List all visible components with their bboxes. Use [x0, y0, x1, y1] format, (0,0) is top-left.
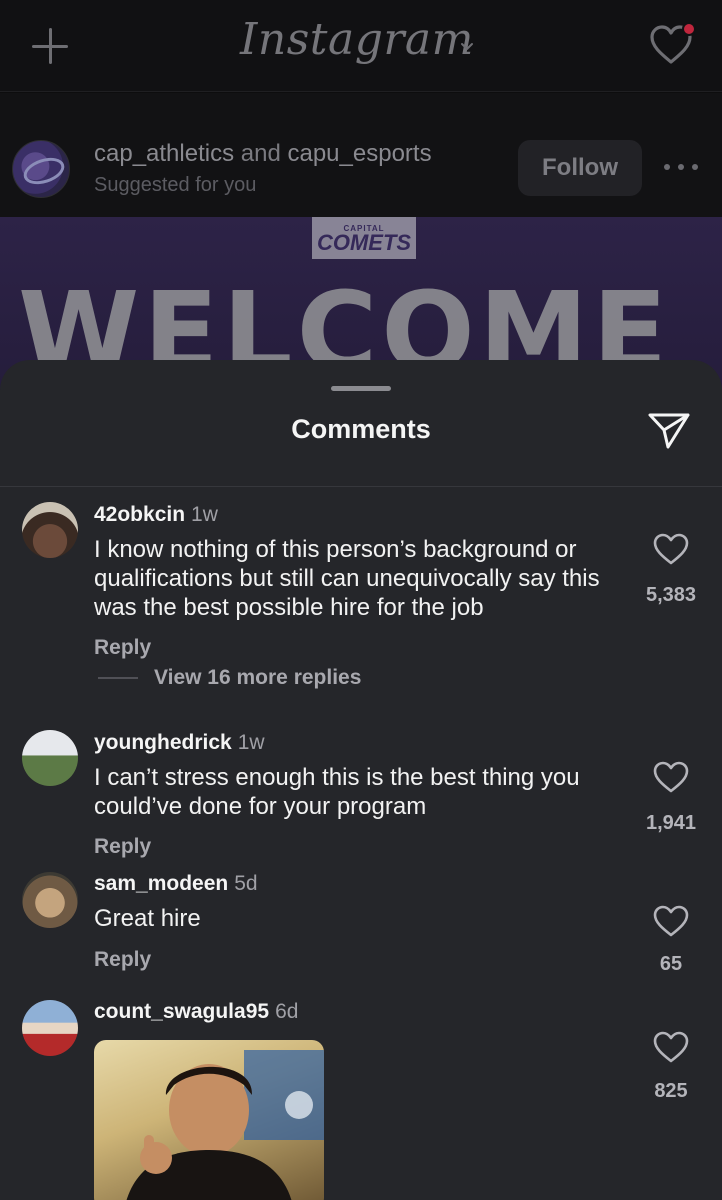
like-count: 65: [659, 953, 683, 975]
like-count: 825: [654, 1080, 688, 1102]
send-icon[interactable]: [646, 410, 692, 450]
more-icon[interactable]: [664, 164, 700, 172]
comment-text: Great hire: [94, 905, 201, 932]
post-subtitle: Suggested for you: [94, 174, 257, 196]
reply-button[interactable]: Reply: [94, 948, 151, 972]
post-user-primary[interactable]: cap_athletics: [94, 140, 234, 167]
avatar[interactable]: [22, 502, 78, 558]
like-count: 5,383: [645, 584, 697, 606]
comment-text: I can’t stress enough this is the best t…: [94, 764, 580, 820]
comment-text: I know nothing of this person’s backgrou…: [94, 536, 600, 621]
comets-logo: CAPITAL COMETS: [312, 217, 416, 259]
replies-line: [98, 677, 138, 680]
plus-icon[interactable]: [30, 26, 70, 66]
like-heart-icon[interactable]: [652, 760, 690, 794]
username-text[interactable]: count_swagula95: [94, 1000, 269, 1023]
instagram-logo[interactable]: Instagram: [240, 14, 474, 65]
like-heart-icon[interactable]: [652, 904, 690, 938]
username-text[interactable]: sam_modeen: [94, 872, 228, 895]
post-avatar[interactable]: [12, 140, 70, 198]
divider: [0, 486, 722, 487]
view-more-label[interactable]: View 16 more replies: [154, 666, 361, 689]
like-heart-icon[interactable]: [652, 532, 690, 566]
avatar[interactable]: [22, 1000, 78, 1056]
like-count: 1,941: [645, 812, 697, 834]
drag-handle[interactable]: [331, 386, 391, 391]
avatar[interactable]: [22, 872, 78, 928]
username-text[interactable]: 42obkcin: [94, 503, 185, 526]
reply-button[interactable]: Reply: [94, 636, 151, 660]
username-text[interactable]: younghedrick: [94, 731, 232, 754]
comment-username[interactable]: sam_modeen 5d: [94, 872, 258, 896]
gif-illustration: [126, 1050, 324, 1200]
comment-time: 5d: [234, 872, 258, 895]
follow-button[interactable]: Follow: [518, 140, 642, 196]
badge-big-text: COMETS: [316, 229, 412, 255]
sheet-title: Comments: [291, 414, 431, 444]
avatar[interactable]: [22, 730, 78, 786]
comment-time: 6d: [275, 1000, 299, 1023]
like-heart-icon[interactable]: [652, 1030, 690, 1064]
comment-username[interactable]: count_swagula95 6d: [94, 1000, 298, 1024]
top-bar: Instagram: [0, 0, 722, 92]
comment-time: 1w: [191, 503, 218, 526]
reply-button[interactable]: Reply: [94, 835, 151, 859]
post-user-secondary[interactable]: capu_esports: [287, 140, 431, 167]
comment-time: 1w: [237, 731, 265, 754]
chevron-down-icon[interactable]: [460, 40, 474, 54]
view-more-replies[interactable]: View 16 more replies: [98, 666, 361, 690]
notification-dot: [682, 22, 696, 36]
post-and-text: and: [240, 140, 281, 167]
comment-username[interactable]: younghedrick 1w: [94, 731, 265, 755]
comment-username[interactable]: 42obkcin 1w: [94, 503, 218, 527]
post-usernames[interactable]: cap_athletics and capu_esports: [94, 140, 432, 168]
comment-gif[interactable]: [94, 1040, 324, 1200]
